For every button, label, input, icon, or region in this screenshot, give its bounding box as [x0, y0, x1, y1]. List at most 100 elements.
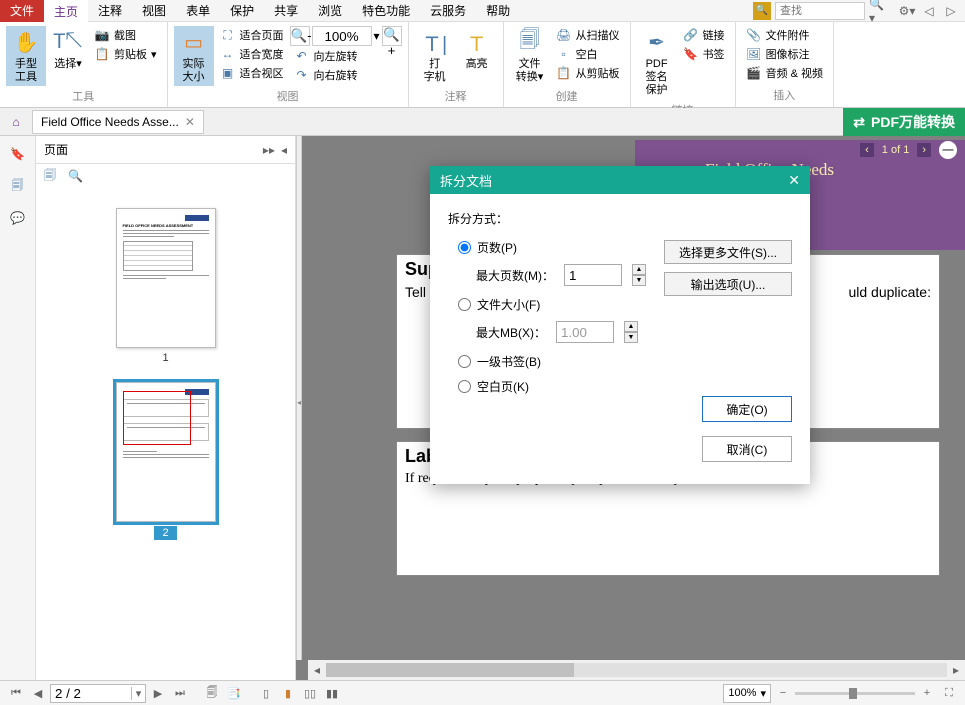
comments-icon[interactable]: 💬: [8, 208, 28, 228]
max-mb-down[interactable]: ▼: [624, 332, 638, 343]
radio-bookmark[interactable]: 一级书签(B): [458, 353, 792, 370]
blank-button[interactable]: ▫空白: [552, 45, 624, 63]
thumbnail-2[interactable]: 2: [116, 382, 216, 540]
menu-forms[interactable]: 表单: [176, 0, 220, 22]
zoom-in-button[interactable]: 🔍+: [382, 26, 402, 46]
fullscreen-icon[interactable]: ⛶: [939, 684, 959, 702]
thumb-tool2-icon[interactable]: 🔍: [68, 169, 83, 183]
audio-video-button[interactable]: 🎬音频 & 视频: [742, 64, 827, 82]
max-mb-up[interactable]: ▲: [624, 321, 638, 332]
bookmark-button[interactable]: 🔖书签: [679, 45, 729, 63]
menu-protect[interactable]: 保护: [220, 0, 264, 22]
menu-share[interactable]: 共享: [264, 0, 308, 22]
page-dropdown-icon[interactable]: ▾: [131, 687, 145, 700]
close-tab-icon[interactable]: ✕: [185, 115, 195, 129]
first-page-icon[interactable]: ⏮: [6, 684, 26, 702]
output-options-button[interactable]: 输出选项(U)...: [664, 272, 792, 296]
home-tab-icon[interactable]: ⌂: [4, 110, 28, 134]
bookmarks-icon[interactable]: 🔖: [8, 144, 28, 164]
zoom-input[interactable]: [312, 26, 372, 46]
hscroll-thumb[interactable]: [326, 663, 574, 677]
menu-browse[interactable]: 浏览: [308, 0, 352, 22]
hscroll-right-icon[interactable]: ▸: [947, 663, 965, 677]
view-single-icon[interactable]: ▯: [256, 684, 276, 702]
max-pages-input[interactable]: [564, 264, 622, 286]
nav-fwd-icon[interactable]: ▷: [943, 3, 959, 19]
layout-2-icon[interactable]: 📑: [224, 684, 244, 702]
radio-filesize[interactable]: 文件大小(F): [458, 296, 792, 313]
cancel-button[interactable]: 取消(C): [702, 436, 792, 462]
from-clipboard-button[interactable]: 📋从剪贴板: [552, 64, 624, 82]
panel-menu-icon[interactable]: ◂: [281, 143, 287, 157]
fit-width-button[interactable]: ↔适合宽度: [216, 45, 288, 63]
thumbnail-1[interactable]: FIELD OFFICE NEEDS ASSESSMENT 1: [116, 208, 216, 364]
rotate-left-button[interactable]: ↶向左旋转: [290, 47, 402, 65]
ok-button[interactable]: 确定(O): [702, 396, 792, 422]
horizontal-scrollbar[interactable]: ◂ ▸: [308, 660, 965, 680]
pages-icon[interactable]: 🗐: [8, 176, 28, 196]
view-continuous-facing-icon[interactable]: ▮▮: [322, 684, 342, 702]
collapse-icon[interactable]: ▸▸: [263, 143, 275, 157]
prev-page-icon[interactable]: ◀: [28, 684, 48, 702]
zoom-dropdown[interactable]: ▾: [374, 29, 380, 43]
dialog-close-icon[interactable]: ✕: [788, 172, 800, 189]
menu-view[interactable]: 视图: [132, 0, 176, 22]
thumb-tool1-icon[interactable]: 🗐: [44, 166, 56, 187]
file-convert-button[interactable]: 🗐 文件 转换▾: [510, 26, 550, 86]
fit-view-button[interactable]: ▣适合视区: [216, 64, 288, 82]
page-input[interactable]: [51, 686, 131, 701]
file-attach-button[interactable]: 📎文件附件: [742, 26, 827, 44]
zoom-out-icon[interactable]: −: [773, 684, 793, 702]
last-page-icon[interactable]: ⏭: [170, 684, 190, 702]
tabbar: ⌂ Field Office Needs Asse... ✕ ▾ ⇄ PDF万能…: [0, 108, 965, 136]
menubar: 文件 主页 注释 视图 表单 保护 共享 浏览 特色功能 云服务 帮助 🔍 🔍▾…: [0, 0, 965, 22]
hscroll-left-icon[interactable]: ◂: [308, 663, 326, 677]
preview-minimize-icon[interactable]: —: [939, 141, 957, 159]
rotate-right-button[interactable]: ↷向右旋转: [290, 66, 402, 84]
view-continuous-icon[interactable]: ▮: [278, 684, 298, 702]
next-page-icon[interactable]: ▶: [148, 684, 168, 702]
hand-tool-button[interactable]: ✋ 手型 工具: [6, 26, 46, 86]
screenshot-button[interactable]: 📷截图: [90, 26, 161, 44]
zoom-in-icon[interactable]: +: [917, 684, 937, 702]
select-more-files-button[interactable]: 选择更多文件(S)...: [664, 240, 792, 264]
menu-annotate[interactable]: 注释: [88, 0, 132, 22]
link-icon: 🔗: [683, 27, 699, 43]
menu-file[interactable]: 文件: [0, 0, 44, 22]
highlight-icon: Ｔ: [461, 28, 493, 56]
radio-blank[interactable]: 空白页(K): [458, 378, 792, 395]
preview-next-icon[interactable]: ›: [917, 143, 931, 157]
view-facing-icon[interactable]: ▯▯: [300, 684, 320, 702]
max-pages-up[interactable]: ▲: [632, 264, 646, 275]
menu-features[interactable]: 特色功能: [352, 0, 420, 22]
nav-back-icon[interactable]: ◁: [921, 3, 937, 19]
clipboard-button[interactable]: 📋剪贴板▾: [90, 45, 161, 63]
settings-icon[interactable]: ⚙▾: [899, 3, 915, 19]
actual-size-button[interactable]: ▭ 实际 大小: [174, 26, 214, 86]
max-mb-input[interactable]: [556, 321, 614, 343]
search-icon[interactable]: 🔍: [753, 2, 771, 20]
fit-page-button[interactable]: ⛶适合页面: [216, 26, 288, 44]
zoom-out-button[interactable]: 🔍-: [290, 26, 310, 46]
splitter-handle[interactable]: [296, 136, 302, 660]
document-tab[interactable]: Field Office Needs Asse... ✕: [32, 110, 204, 134]
select-button[interactable]: Ꭲ↖ 选择▾: [48, 26, 88, 73]
menu-cloud[interactable]: 云服务: [420, 0, 476, 22]
preview-prev-icon[interactable]: ‹: [860, 143, 874, 157]
pdf-convert-badge[interactable]: ⇄ PDF万能转换: [843, 108, 965, 136]
typewriter-button[interactable]: Ｔ| 打 字机: [415, 26, 455, 86]
pdf-sign-button[interactable]: ✒ PDF 签名 保护: [637, 26, 677, 100]
from-scanner-button[interactable]: 🖨从扫描仪: [552, 26, 624, 44]
search-dropdown-icon[interactable]: 🔍▾: [869, 3, 885, 19]
actual-size-icon: ▭: [178, 28, 210, 56]
menu-home[interactable]: 主页: [44, 0, 88, 23]
layout-1-icon[interactable]: 🗐: [202, 684, 222, 702]
search-input[interactable]: [775, 2, 865, 20]
zoom-slider[interactable]: [795, 692, 915, 695]
max-pages-down[interactable]: ▼: [632, 275, 646, 286]
link-button[interactable]: 🔗链接: [679, 26, 729, 44]
image-annot-button[interactable]: 🖼图像标注: [742, 45, 827, 63]
highlight-button[interactable]: Ｔ 高亮: [457, 26, 497, 73]
menu-help[interactable]: 帮助: [476, 0, 520, 22]
zoom-dropdown[interactable]: 100%▾: [723, 684, 771, 703]
